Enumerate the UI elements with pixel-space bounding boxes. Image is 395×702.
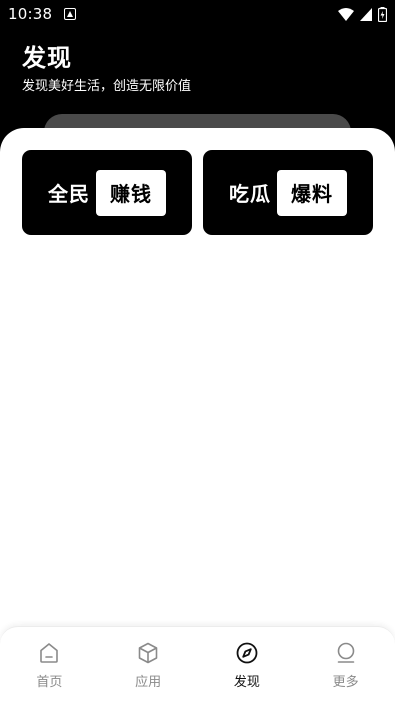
cube-icon bbox=[138, 642, 158, 664]
compass-icon bbox=[236, 642, 258, 664]
status-left: 10:38 bbox=[8, 5, 77, 23]
banner-word: 吃瓜 bbox=[229, 182, 271, 206]
nav-item-apps[interactable]: 应用 bbox=[99, 627, 198, 702]
page-subtitle: 发现美好生活，创造无限价值 bbox=[22, 79, 192, 94]
nav-label: 首页 bbox=[36, 675, 63, 690]
nav-label: 应用 bbox=[135, 675, 162, 690]
status-time: 10:38 bbox=[8, 5, 53, 23]
page-title: 发现 bbox=[22, 44, 72, 72]
banner-earn-money[interactable]: 全民 赚钱 bbox=[22, 150, 192, 235]
nav-item-more[interactable]: 更多 bbox=[296, 627, 395, 702]
nav-label: 更多 bbox=[332, 675, 359, 690]
nav-item-discover[interactable]: 发现 bbox=[198, 627, 297, 702]
banner-word: 全民 bbox=[48, 182, 90, 206]
banner-boxed-word: 爆料 bbox=[277, 169, 347, 216]
nav-item-home[interactable]: 首页 bbox=[0, 627, 99, 702]
wifi-icon bbox=[338, 7, 354, 21]
status-bar: 10:38 bbox=[0, 0, 395, 28]
signal-icon bbox=[360, 7, 372, 21]
more-icon bbox=[337, 642, 354, 663]
home-icon bbox=[40, 643, 59, 663]
status-right bbox=[338, 6, 387, 22]
banner-boxed-word: 赚钱 bbox=[96, 169, 166, 216]
battery-icon bbox=[378, 6, 387, 22]
notification-icon bbox=[64, 8, 77, 20]
bottom-nav: 首页 应用 发现 更多 bbox=[0, 626, 395, 702]
banner-gossip[interactable]: 吃瓜 爆料 bbox=[203, 150, 373, 235]
nav-label: 发现 bbox=[233, 675, 260, 690]
page-header: 发现 发现美好生活，创造无限价值 bbox=[22, 38, 191, 94]
